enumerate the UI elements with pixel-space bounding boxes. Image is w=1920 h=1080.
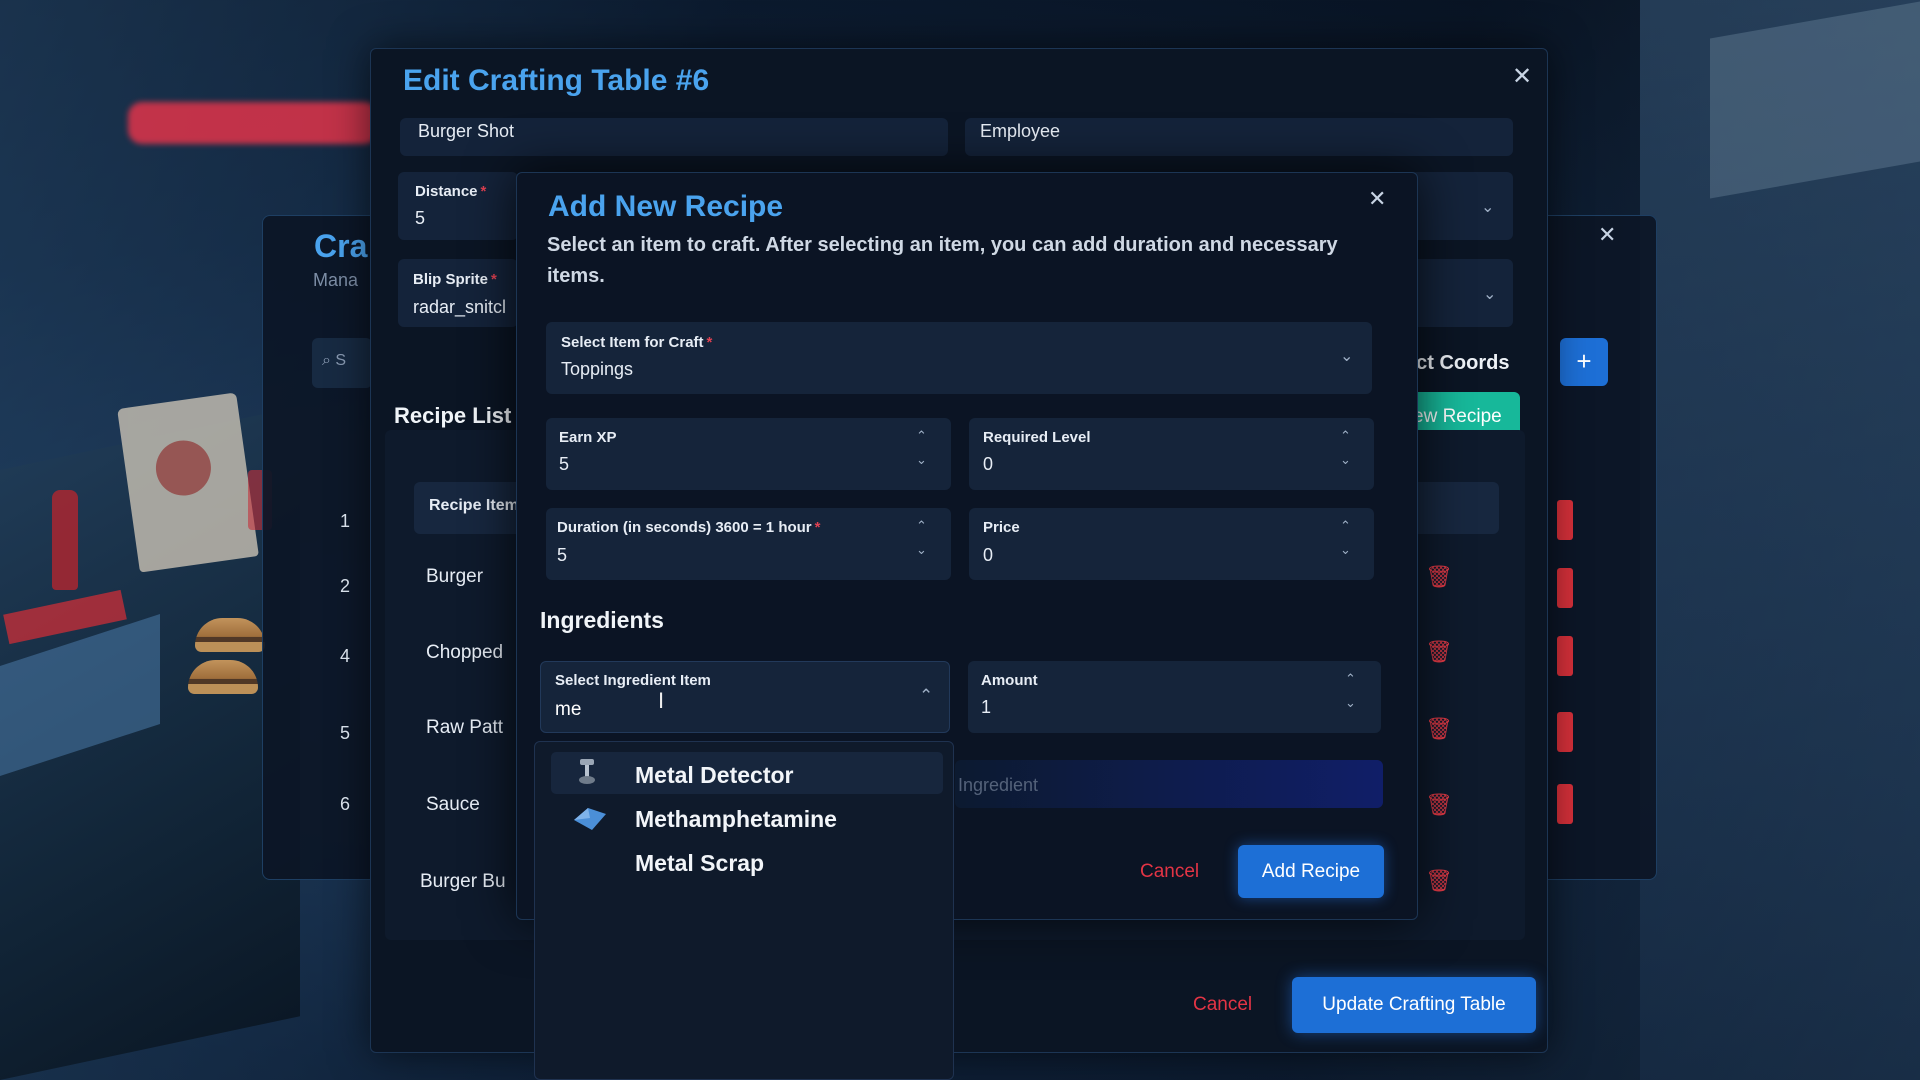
distance-value: 5: [415, 208, 426, 228]
craft-item-value: Toppings: [561, 359, 634, 379]
text-cursor-icon: I: [658, 688, 665, 713]
recipe-cancel-button[interactable]: Cancel: [1140, 861, 1199, 883]
row-number: 2: [340, 576, 351, 596]
grade-select-value: Employee: [980, 121, 1061, 141]
add-recipe-title: Add New Recipe: [548, 190, 784, 223]
recipe-list-title: Recipe List: [394, 403, 512, 428]
distance-label: Distance *: [415, 183, 487, 200]
price-input[interactable]: [969, 508, 1374, 580]
ketchup-bottle: [52, 490, 78, 590]
recipe-row-name: Sauce: [426, 794, 480, 815]
search-icon: ⌕: [322, 352, 336, 369]
price-label: Price: [983, 519, 1020, 536]
amount-label: Amount: [981, 672, 1038, 689]
chevron-up-icon[interactable]: ⌃: [916, 518, 927, 534]
edit-cancel-button[interactable]: Cancel: [1193, 994, 1252, 1016]
dropdown-item-metal-scrap[interactable]: [551, 840, 943, 882]
ingredients-title: Ingredients: [540, 607, 664, 633]
required-level-value: 0: [983, 454, 994, 474]
blip-sprite-value: radar_snitcl: [413, 297, 507, 317]
recipe-row-name: Raw Patt: [426, 717, 504, 738]
ingredient-search-input[interactable]: [555, 697, 875, 723]
recipe-row-name: Burger: [426, 566, 484, 587]
dropdown-item-label: Metal Detector: [635, 762, 794, 788]
chevron-down-icon: ⌄: [1340, 348, 1354, 365]
earn-xp-value: 5: [559, 454, 570, 474]
trash-icon[interactable]: [1557, 784, 1573, 824]
chevron-down-icon[interactable]: ⌄: [1345, 695, 1356, 711]
chevron-up-icon[interactable]: ⌃: [1345, 671, 1356, 687]
trash-icon[interactable]: 🗑: [1425, 639, 1453, 665]
recipe-item-header: Recipe Item: [429, 497, 519, 514]
blip-sprite-label: Blip Sprite *: [413, 271, 497, 288]
edit-modal-close-icon[interactable]: ✕: [1512, 62, 1532, 91]
earn-xp-label: Earn XP: [559, 429, 617, 446]
price-value: 0: [983, 545, 994, 565]
row-number: 4: [340, 646, 351, 666]
duration-label: Duration (in seconds) 3600 = 1 hour *: [557, 519, 821, 536]
row-number: 1: [340, 511, 351, 531]
add-recipe-close-icon[interactable]: ✕: [1368, 186, 1386, 212]
trash-icon[interactable]: [1557, 636, 1573, 676]
edit-modal-title: Edit Crafting Table #6: [403, 64, 710, 97]
right-select-2[interactable]: [1405, 259, 1513, 327]
chevron-down-icon[interactable]: ⌄: [916, 542, 927, 558]
job-select-value: Burger Shot: [418, 121, 515, 141]
trash-icon[interactable]: 🗑: [1425, 564, 1453, 590]
amount-value: 1: [981, 697, 992, 717]
dropdown-item-methamphetamine[interactable]: [551, 796, 943, 838]
add-recipe-description: Select an item to craft. After selecting…: [547, 234, 1338, 287]
trash-icon[interactable]: 🗑: [1425, 716, 1453, 742]
trash-icon[interactable]: [1557, 712, 1573, 752]
chevron-down-icon[interactable]: ⌄: [1340, 452, 1351, 468]
crafting-manager-subtitle: Mana: [313, 270, 359, 290]
ingredient-select-label: Select Ingredient Item: [555, 672, 711, 689]
trash-icon[interactable]: 🗑: [1425, 868, 1453, 894]
chevron-down-icon: ⌄: [1481, 199, 1495, 216]
right-select-1[interactable]: [1405, 172, 1513, 240]
crafting-manager-title: Cra: [314, 228, 368, 264]
crafting-manager-search[interactable]: ⌕ S: [312, 338, 372, 388]
burger-bag: [117, 392, 259, 573]
metal-detector-icon: [579, 759, 595, 784]
select-coords-label[interactable]: ect Coords: [1405, 352, 1509, 375]
row-number: 6: [340, 794, 351, 814]
required-level-label: Required Level: [983, 429, 1091, 446]
chevron-down-icon: ⌄: [1483, 286, 1497, 303]
chevron-down-icon[interactable]: ⌄: [1340, 542, 1351, 558]
trash-icon[interactable]: [1557, 568, 1573, 608]
craft-item-select[interactable]: [546, 322, 1372, 394]
crafting-manager-close-icon[interactable]: ✕: [1598, 222, 1616, 248]
chevron-up-icon[interactable]: ⌃: [1340, 428, 1351, 444]
craft-item-label: Select Item for Craft *: [561, 334, 713, 351]
burger-prop: [188, 660, 258, 694]
add-ingredient-label: Ingredient: [958, 775, 1039, 795]
burger-prop: [195, 618, 265, 652]
add-crafting-table-button[interactable]: +: [1560, 338, 1608, 386]
trash-icon[interactable]: 🗑: [1425, 792, 1453, 818]
trash-icon[interactable]: [1557, 500, 1573, 540]
recipe-row-name: Burger Bu: [420, 871, 506, 892]
chevron-down-icon[interactable]: ⌄: [916, 452, 927, 468]
update-crafting-table-button[interactable]: Update Crafting Table: [1292, 977, 1536, 1033]
add-recipe-button[interactable]: Add Recipe: [1238, 845, 1384, 898]
row-number: 5: [340, 723, 351, 743]
recipe-row-name: Chopped: [426, 642, 504, 663]
chevron-up-icon[interactable]: ⌃: [916, 428, 927, 444]
neon-sign: [128, 102, 378, 144]
chevron-up-icon[interactable]: ⌃: [1340, 518, 1351, 534]
chevron-up-icon[interactable]: ⌃: [919, 686, 933, 706]
duration-value: 5: [557, 545, 568, 565]
